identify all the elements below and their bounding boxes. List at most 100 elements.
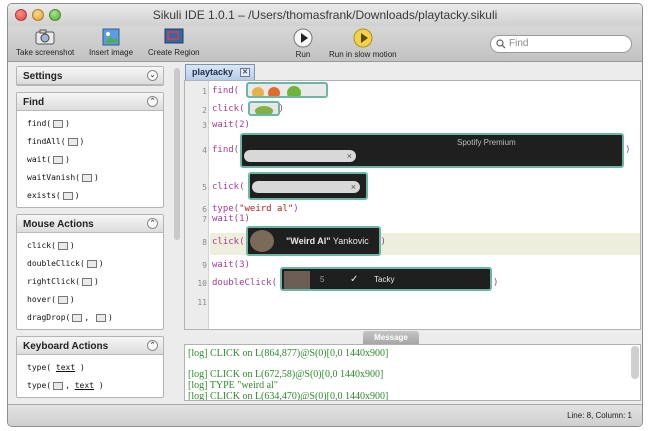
sikuli-ide-window: Sikuli IDE 1.0.1 – /Users/thomasfrank/Do… xyxy=(7,3,643,427)
message-log[interactable]: [log] CLICK on L(864,877)@S(0)[0,0 1440x… xyxy=(184,344,641,401)
search-field-pill: × xyxy=(252,181,360,193)
code-line-6-string: "weird al" xyxy=(239,204,294,214)
image-placeholder-icon xyxy=(53,381,64,390)
track-number: 5 xyxy=(320,275,325,284)
hover-command-label: hover( xyxy=(27,295,56,304)
command-sidebar: Settings ⌄ Find ⌃ find() findAll() wait(… xyxy=(11,66,171,402)
image-placeholder-icon xyxy=(81,277,92,286)
code-line-4-start: find( xyxy=(212,145,240,155)
rightclick-command[interactable]: rightClick() xyxy=(17,273,163,291)
hover-command[interactable]: hover() xyxy=(17,291,163,309)
image-placeholder-icon xyxy=(86,259,97,268)
line-number: 8 xyxy=(202,238,207,247)
keyboard-actions-header[interactable]: Keyboard Actions ⌃ xyxy=(17,337,163,355)
dragdrop-command-label: dragDrop( xyxy=(27,313,71,322)
type-command-label: type( xyxy=(27,363,52,372)
image-placeholder-icon xyxy=(53,119,64,128)
message-scrollbar[interactable] xyxy=(631,346,639,379)
run-slow-motion-button[interactable]: Run in slow motion xyxy=(329,28,397,59)
screenshot-pattern-3[interactable]: Spotify Premium × xyxy=(240,133,624,168)
click-command[interactable]: click() xyxy=(17,237,163,255)
run-label: Run xyxy=(295,50,311,59)
app-icons-pattern-icon xyxy=(252,86,301,96)
run-slow-motion-label: Run in slow motion xyxy=(329,50,397,59)
settings-header[interactable]: Settings ⌄ xyxy=(17,67,163,85)
waitvanish-command[interactable]: waitVanish() xyxy=(17,169,163,187)
play-icon xyxy=(293,28,313,48)
create-region-button[interactable]: Create Region xyxy=(148,28,200,57)
screenshot-pattern-6[interactable]: 5 ✓ Tacky xyxy=(280,267,492,291)
line-number: 11 xyxy=(197,298,207,307)
editor-tabstrip: playtacky ✕ xyxy=(184,64,641,80)
run-button[interactable]: Run xyxy=(293,28,313,59)
type-image-command-label: type( xyxy=(27,381,52,390)
message-tab[interactable]: Message xyxy=(363,331,419,344)
slow-play-icon xyxy=(353,28,373,48)
doubleclick-command[interactable]: doubleClick() xyxy=(17,255,163,273)
image-placeholder-icon xyxy=(67,137,78,146)
search-field-pill: × xyxy=(244,150,356,162)
line-number: 7 xyxy=(202,215,207,224)
findall-command[interactable]: findAll() xyxy=(17,133,163,151)
line-number: 3 xyxy=(202,121,207,130)
window-title: Sikuli IDE 1.0.1 – /Users/thomasfrank/Do… xyxy=(152,8,498,22)
insert-image-button[interactable]: Insert image xyxy=(89,28,133,57)
screenshot-pattern-4[interactable]: × xyxy=(248,172,368,200)
message-area: Message [log] CLICK on L(864,877)@S(0)[0… xyxy=(184,331,641,405)
screenshot-pattern-2[interactable] xyxy=(248,101,280,116)
find-title: Find xyxy=(23,97,45,108)
mouse-actions-panel: Mouse Actions ⌃ click() doubleClick() ri… xyxy=(16,214,164,330)
close-tab-icon[interactable]: ✕ xyxy=(240,68,250,77)
wait-command[interactable]: wait() xyxy=(17,151,163,169)
code-editor[interactable]: 1 2 3 4 5 6 7 8 9 10 11 find() xyxy=(184,80,641,330)
dragdrop-command[interactable]: dragDrop(, ) xyxy=(17,309,163,327)
collapse-icon[interactable]: ⌃ xyxy=(147,218,158,229)
screenshot-pattern-5[interactable]: "Weird Al" Yankovic xyxy=(246,226,381,256)
take-screenshot-button[interactable]: Take screenshot xyxy=(16,28,74,57)
type-image-command[interactable]: type(, text ) xyxy=(17,377,163,395)
click-command-label: click( xyxy=(27,241,56,250)
type-text-arg: text xyxy=(55,363,76,372)
search-input[interactable]: Find xyxy=(490,35,632,53)
screenshot-pattern-1[interactable] xyxy=(246,82,328,98)
findall-command-label: findAll( xyxy=(27,137,66,146)
wait-command-label: wait( xyxy=(27,155,52,164)
track-title: Tacky xyxy=(374,275,395,284)
spotify-premium-text: Spotify Premium xyxy=(457,138,516,147)
camera-icon xyxy=(35,29,55,45)
type-image-text-arg: text xyxy=(74,381,94,390)
collapse-icon[interactable]: ⌃ xyxy=(147,340,158,351)
exists-command-label: exists( xyxy=(27,191,61,200)
collapse-icon[interactable]: ⌃ xyxy=(147,96,158,107)
mouse-actions-header[interactable]: Mouse Actions ⌃ xyxy=(17,215,163,233)
code-line-8-start: click( xyxy=(212,237,245,247)
find-command[interactable]: find() xyxy=(17,115,163,133)
expand-icon[interactable]: ⌄ xyxy=(147,70,158,81)
code-line-2-start: click( xyxy=(212,104,245,114)
line-number: 2 xyxy=(202,106,207,115)
clear-icon: × xyxy=(346,151,352,161)
search-placeholder: Find xyxy=(509,38,529,49)
code-line-4-end: ) xyxy=(625,145,631,155)
tab-playtacky[interactable]: playtacky ✕ xyxy=(185,64,255,80)
settings-panel: Settings ⌄ xyxy=(16,66,164,86)
line-number: 10 xyxy=(197,279,207,288)
image-placeholder-icon xyxy=(96,313,106,322)
rightclick-command-label: rightClick( xyxy=(27,277,80,286)
editor-area: playtacky ✕ 1 2 3 4 5 6 7 8 9 10 11 find… xyxy=(184,64,641,330)
exists-command[interactable]: exists() xyxy=(17,187,163,205)
find-header[interactable]: Find ⌃ xyxy=(17,93,163,111)
code-line-6-start: type( xyxy=(212,204,240,214)
toolbar: Take screenshot Insert image Create Regi… xyxy=(8,26,642,62)
sidebar-scrollbar[interactable] xyxy=(174,68,180,240)
checkmark-icon: ✓ xyxy=(350,274,359,285)
image-placeholder-icon xyxy=(72,313,83,322)
code-line-3: wait(2) xyxy=(212,120,250,130)
clear-icon: × xyxy=(350,182,356,192)
type-command[interactable]: type( text ) xyxy=(17,359,163,377)
code-line-5-start: click( xyxy=(212,182,245,192)
log-line: [log] CLICK on L(672,58)@S(0)[0,0 1440x9… xyxy=(188,369,384,380)
image-placeholder-icon xyxy=(57,295,68,304)
image-icon xyxy=(102,28,120,46)
code-line-1-start: find( xyxy=(212,86,240,96)
